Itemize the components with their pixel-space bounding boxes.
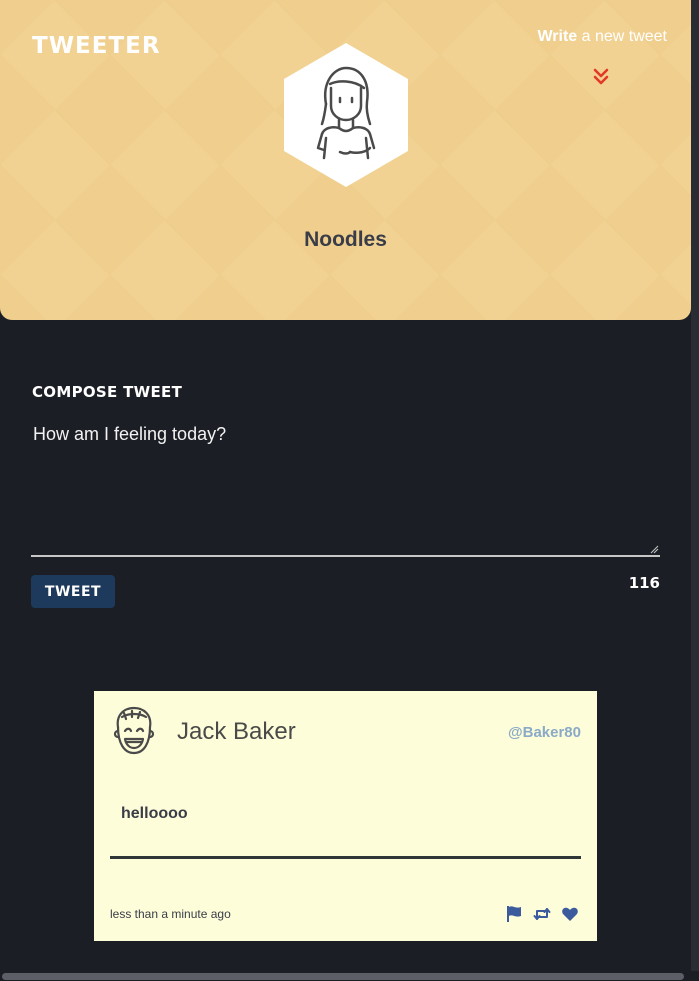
heart-icon[interactable] <box>561 905 579 923</box>
tweet-author-handle[interactable]: @Baker80 <box>508 724 581 741</box>
tweet-submit-button[interactable]: Tweet <box>31 575 115 608</box>
tweet-card: Jack Baker @Baker80 helloooo less than a… <box>94 691 597 941</box>
profile-header: Tweeter Write a new tweet <box>0 0 691 320</box>
textarea-resize-grip-icon[interactable] <box>650 545 659 554</box>
flag-icon[interactable] <box>505 905 523 923</box>
tweet-actions <box>505 905 579 923</box>
tweet-divider <box>110 856 581 859</box>
vertical-scrollbar-track[interactable] <box>691 0 699 981</box>
double-chevron-down-icon[interactable] <box>592 68 610 86</box>
horizontal-scrollbar-track <box>0 971 699 981</box>
tweet-author-name[interactable]: Jack Baker <box>177 718 296 746</box>
tweet-timestamp: less than a minute ago <box>110 907 231 921</box>
tweet-author-avatar-icon <box>113 706 155 755</box>
compose-tweet-input[interactable] <box>31 416 660 557</box>
user-avatar-icon <box>316 66 376 160</box>
tweet-body-text: helloooo <box>121 805 188 822</box>
app-logo[interactable]: Tweeter <box>32 33 161 59</box>
character-counter: 116 <box>628 574 660 592</box>
retweet-icon[interactable] <box>533 905 551 923</box>
write-link-rest: a new tweet <box>577 28 667 45</box>
write-new-tweet-link[interactable]: Write a new tweet <box>537 28 667 46</box>
write-link-strong: Write <box>537 28 578 45</box>
compose-tweet-heading: Compose Tweet <box>32 383 183 401</box>
horizontal-scrollbar-thumb[interactable] <box>2 973 684 980</box>
profile-user-name: Noodles <box>304 228 387 251</box>
